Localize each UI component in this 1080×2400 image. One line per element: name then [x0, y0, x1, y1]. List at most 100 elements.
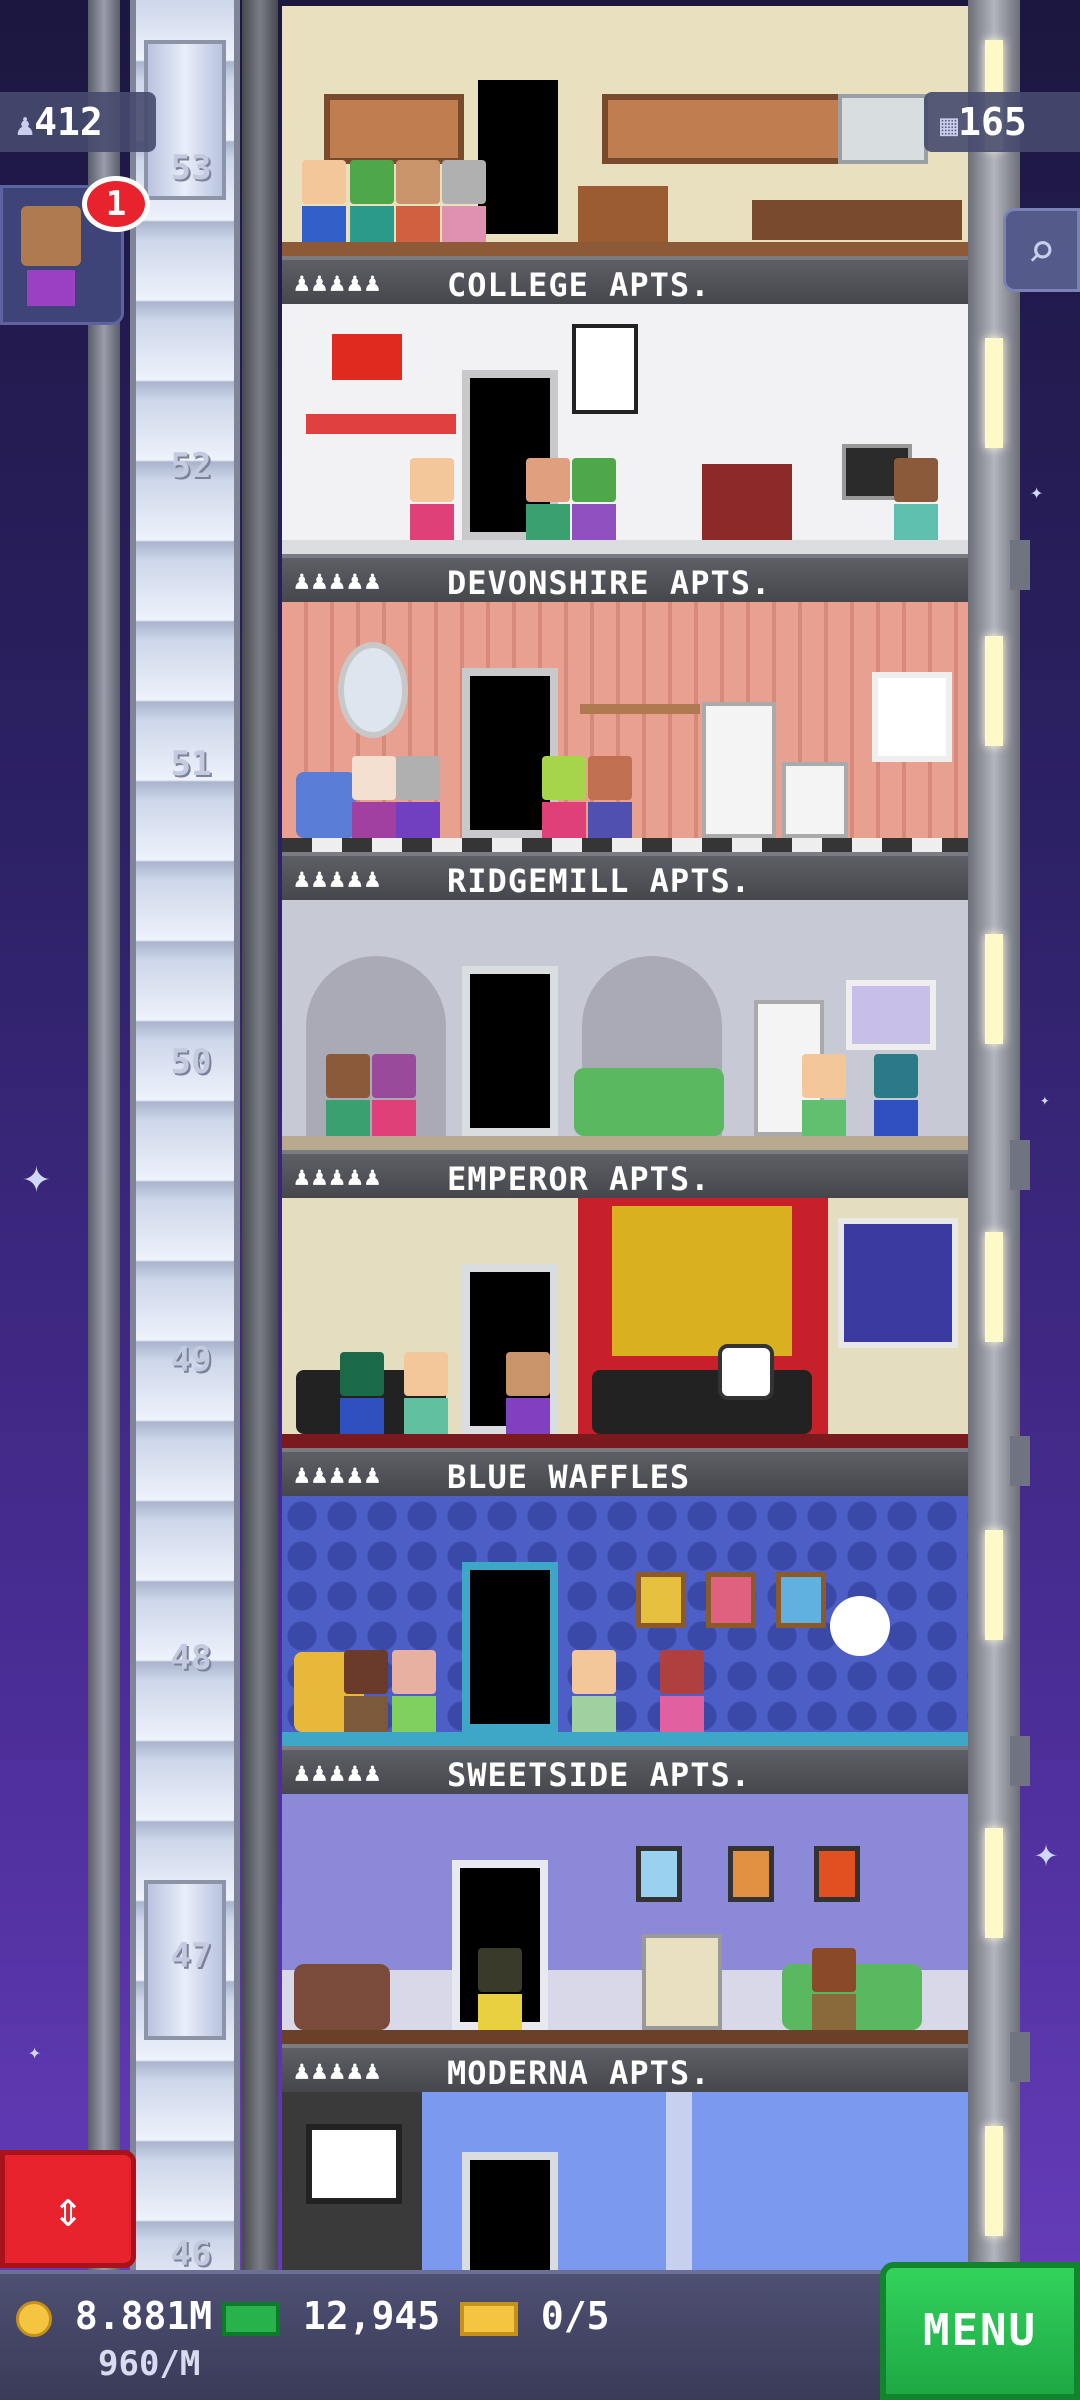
picture-frame: [776, 1572, 826, 1628]
bux-display[interactable]: 12,945: [222, 2294, 440, 2338]
room-interior: [282, 900, 968, 1150]
resident-sprite[interactable]: [894, 458, 938, 540]
floor-name-bar[interactable]: ♟♟♟♟♟ SWEETSIDE APTS.: [282, 1746, 968, 1794]
resident-sprite[interactable]: [340, 1352, 384, 1434]
people-icons: ♟♟♟♟♟: [294, 268, 383, 298]
resident-sprite[interactable]: [588, 756, 632, 838]
resident-sprite[interactable]: [572, 458, 616, 540]
wall-light: [985, 636, 1003, 746]
room-interior: [282, 6, 968, 256]
floor-name: BLUE WAFFLES: [447, 1458, 691, 1496]
resident-sprite[interactable]: [372, 1054, 416, 1136]
coins-display[interactable]: 8.881M: [16, 2294, 212, 2338]
oval-mirror: [338, 642, 408, 738]
resident-sprite[interactable]: [410, 458, 454, 540]
floor-counter[interactable]: ▦165: [924, 92, 1080, 152]
floor-devonshire-apts[interactable]: ♟♟♟♟♟ DEVONSHIRE APTS.: [282, 304, 968, 602]
cabinet: [578, 186, 668, 242]
resident-sprite[interactable]: [344, 1650, 388, 1732]
ticket-icon: [460, 2301, 518, 2336]
resident-sprite[interactable]: [326, 1054, 370, 1136]
poster: [572, 324, 638, 414]
star-decoration: ✦: [1030, 480, 1044, 505]
floor-name-bar[interactable]: ♟♟♟♟♟ COLLEGE APTS.: [282, 256, 968, 304]
floor-name: COLLEGE APTS.: [447, 266, 711, 304]
floor-number: 53: [170, 148, 212, 188]
magnifier-icon: ⌕: [1027, 223, 1056, 279]
picture-frame: [636, 1846, 682, 1902]
resident-sprite[interactable]: [396, 160, 440, 242]
sofa: [574, 1068, 724, 1136]
resident-sprite[interactable]: [392, 1650, 436, 1732]
tickets-display[interactable]: 0/5: [460, 2294, 610, 2338]
floor-name-bar[interactable]: ♟♟♟♟♟ DEVONSHIRE APTS.: [282, 554, 968, 602]
door[interactable]: [462, 1562, 558, 1732]
floor-name-bar[interactable]: ♟♟♟♟♟ BLUE WAFFLES: [282, 1448, 968, 1496]
wall-light: [985, 1530, 1003, 1640]
resident-sprite[interactable]: [874, 1054, 918, 1136]
floor-emperor-apts[interactable]: ♟♟♟♟♟ EMPEROR APTS.: [282, 900, 968, 1198]
search-button[interactable]: ⌕: [1003, 208, 1080, 292]
resident-sprite[interactable]: [802, 1054, 846, 1136]
resident-sprite[interactable]: [542, 756, 586, 838]
tickets-value: 0/5: [540, 2294, 610, 2338]
people-icons: ♟♟♟♟♟: [294, 2056, 383, 2086]
floor-name-bar[interactable]: ♟♟♟♟♟ EMPEROR APTS.: [282, 1150, 968, 1198]
floor-number: 46: [170, 2234, 212, 2274]
population-counter[interactable]: ♟412: [0, 92, 156, 152]
resident-sprite[interactable]: [442, 160, 486, 242]
floor-number: 48: [170, 1638, 212, 1678]
stove: [782, 762, 848, 838]
building-icon: ▦: [940, 108, 959, 143]
floor-number: 49: [170, 1340, 212, 1380]
elevator-toggle-button[interactable]: ⇕: [0, 2150, 136, 2268]
income-display: 960/M: [98, 2344, 200, 2384]
room-interior: [282, 602, 968, 852]
resident-sprite[interactable]: [506, 1352, 550, 1434]
star-decoration: ✦: [1040, 1090, 1050, 1109]
star-decoration: ✦: [1034, 1830, 1059, 1876]
resident-sprite[interactable]: [396, 756, 440, 838]
resident-sprite[interactable]: [572, 1650, 616, 1732]
floor-name: RIDGEMILL APTS.: [447, 862, 751, 900]
floor-name: SWEETSIDE APTS.: [447, 1756, 751, 1794]
resident-sprite[interactable]: [526, 458, 570, 540]
floor-name-bar[interactable]: ♟♟♟♟♟ MODERNA APTS.: [282, 2044, 968, 2092]
elevator-shaft[interactable]: [130, 0, 240, 2270]
resident-sprite[interactable]: [352, 756, 396, 838]
floor-sweetside-apts[interactable]: ♟♟♟♟♟ SWEETSIDE APTS.: [282, 1496, 968, 1794]
wall-light: [985, 1828, 1003, 1938]
desk: [306, 414, 456, 434]
refrigerator: [702, 702, 776, 838]
floor-ridgemill-apts[interactable]: ♟♟♟♟♟ RIDGEMILL APTS.: [282, 602, 968, 900]
pillar: [666, 2092, 692, 2270]
door[interactable]: [462, 966, 558, 1136]
people-icons: ♟♟♟♟♟: [294, 1758, 383, 1788]
menu-button[interactable]: MENU: [880, 2262, 1080, 2400]
armchair: [296, 772, 356, 838]
resident-sprite[interactable]: [812, 1948, 856, 2030]
resident-sprite[interactable]: [302, 160, 346, 242]
computer: [642, 1934, 722, 2030]
robot-cleaner[interactable]: [718, 1344, 774, 1400]
population-value: 412: [34, 100, 103, 144]
support-bracket: [1010, 1736, 1030, 1786]
picture-frame: [636, 1572, 686, 1628]
resident-sprite[interactable]: [404, 1352, 448, 1434]
floor-moderna-apts[interactable]: ♟♟♟♟♟ MODERNA APTS.: [282, 1794, 968, 2092]
star-decoration: ✦: [28, 2040, 42, 2065]
floor-partial[interactable]: [282, 2092, 968, 2270]
resident-sprite[interactable]: [350, 160, 394, 242]
door[interactable]: [462, 2152, 558, 2270]
floor-blue-waffles[interactable]: ♟♟♟♟♟ BLUE WAFFLES: [282, 1198, 968, 1496]
floor-name-bar[interactable]: ♟♟♟♟♟ RIDGEMILL APTS.: [282, 852, 968, 900]
sofa: [592, 1370, 812, 1434]
resident-sprite[interactable]: [660, 1650, 704, 1732]
up-down-arrows-icon: ⇕: [52, 2180, 84, 2238]
resident-avatar-body: [27, 270, 75, 306]
wall-light: [985, 1232, 1003, 1342]
resident-sprite[interactable]: [478, 1948, 522, 2030]
floor-number: 50: [170, 1042, 212, 1082]
floor-college-apts[interactable]: ♟♟♟♟♟ COLLEGE APTS.: [282, 6, 968, 304]
resident-avatar: [21, 206, 81, 266]
